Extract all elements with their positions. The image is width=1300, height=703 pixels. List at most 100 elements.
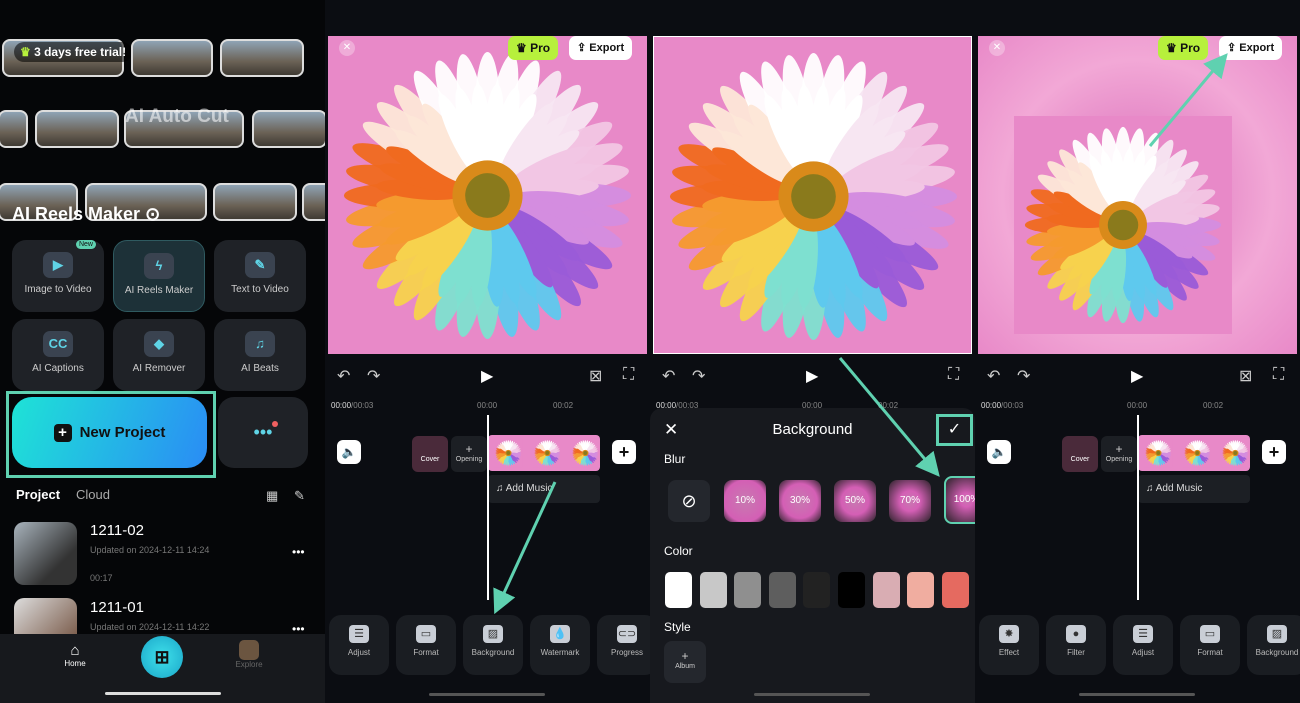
project-updated: Updated on 2024-12-11 14:24 bbox=[90, 545, 210, 555]
cover-button[interactable]: Cover bbox=[1062, 436, 1098, 472]
video-preview[interactable] bbox=[978, 36, 1297, 354]
pro-badge[interactable]: ♛ Pro bbox=[508, 36, 559, 60]
nav-home[interactable]: ⌂ Home bbox=[60, 642, 90, 668]
edit-icon[interactable]: ✎ bbox=[294, 488, 305, 504]
tool-text-to-video[interactable]: ✎ Text to Video bbox=[214, 240, 306, 312]
project-thumbnail[interactable] bbox=[14, 522, 77, 585]
blur-option[interactable]: 70% bbox=[889, 480, 931, 522]
pro-badge[interactable]: ♛ Pro bbox=[1158, 36, 1209, 60]
close-icon[interactable]: ✕ bbox=[989, 40, 1005, 56]
more-tools-button[interactable]: ••• bbox=[218, 397, 308, 468]
tool-adjust[interactable]: ☰ Adjust bbox=[329, 615, 389, 675]
tool-adjust[interactable]: ☰ Adjust bbox=[1113, 615, 1173, 675]
new-project-button[interactable]: + New Project bbox=[12, 397, 207, 468]
keyframe-icon[interactable]: ⊠ bbox=[1239, 366, 1252, 386]
playhead[interactable] bbox=[1137, 415, 1139, 600]
fullscreen-icon[interactable]: ⛶ bbox=[948, 366, 959, 384]
ai-reels-maker-link[interactable]: AI Reels Maker ⊙ bbox=[12, 204, 160, 225]
color-swatch[interactable] bbox=[907, 572, 935, 608]
color-swatch[interactable] bbox=[803, 572, 831, 608]
grid-view-icon[interactable]: ▦ bbox=[266, 488, 278, 504]
play-icon[interactable]: ▶ bbox=[806, 366, 818, 386]
tool-watermark[interactable]: 💧 Watermark bbox=[530, 615, 590, 675]
blur-none-option[interactable]: ⊘ bbox=[668, 480, 710, 522]
template-thumb[interactable] bbox=[131, 39, 213, 77]
tool-image-to-video[interactable]: ▶ Image to Video New bbox=[12, 240, 104, 312]
lightning-icon: ϟ bbox=[144, 253, 174, 279]
plus-icon: + bbox=[465, 442, 473, 456]
cover-button[interactable]: Cover bbox=[412, 436, 448, 472]
color-swatch[interactable] bbox=[768, 572, 796, 608]
opening-button[interactable]: + Opening bbox=[451, 436, 487, 472]
tool-ai-captions[interactable]: CC AI Captions bbox=[12, 319, 104, 391]
color-swatch[interactable] bbox=[838, 572, 865, 608]
opening-button[interactable]: + Opening bbox=[1101, 436, 1137, 472]
undo-icon[interactable]: ↶ bbox=[987, 366, 1000, 386]
keyframe-icon[interactable]: ⊠ bbox=[589, 366, 602, 386]
album-button[interactable]: + Album bbox=[664, 641, 706, 683]
color-swatch[interactable] bbox=[665, 572, 692, 608]
play-icon[interactable]: ▶ bbox=[1131, 366, 1143, 386]
undo-icon[interactable]: ↶ bbox=[337, 366, 350, 386]
color-swatch[interactable] bbox=[872, 572, 900, 608]
add-music-button[interactable]: ♫ Add Music bbox=[488, 475, 600, 503]
tool-filter[interactable]: ● Filter bbox=[1046, 615, 1106, 675]
undo-icon[interactable]: ↶ bbox=[662, 366, 675, 386]
redo-icon[interactable]: ↷ bbox=[692, 366, 705, 386]
add-music-button[interactable]: ♫ Add Music bbox=[1138, 475, 1250, 503]
project-thumbnail[interactable] bbox=[14, 598, 77, 638]
tool-progress[interactable]: ⊂⊃ Progress bbox=[597, 615, 650, 675]
confirm-check-button[interactable]: ✓ bbox=[936, 414, 973, 446]
tool-format[interactable]: ▭ Format bbox=[396, 615, 456, 675]
template-thumb[interactable] bbox=[220, 39, 304, 77]
template-thumb[interactable] bbox=[302, 183, 325, 221]
tab-cloud[interactable]: Cloud bbox=[76, 487, 110, 502]
add-clip-button[interactable]: + bbox=[1262, 440, 1286, 464]
template-thumb[interactable] bbox=[35, 110, 119, 148]
color-swatch[interactable] bbox=[734, 572, 762, 608]
free-trial-badge[interactable]: ♛ 3 days free trial! bbox=[14, 42, 133, 62]
color-swatch[interactable] bbox=[941, 572, 969, 608]
create-button[interactable]: ⊞ bbox=[141, 636, 183, 678]
play-icon[interactable]: ▶ bbox=[481, 366, 493, 386]
mute-icon[interactable]: 🔈 bbox=[337, 440, 361, 464]
video-clip[interactable] bbox=[1138, 435, 1250, 471]
style-label: Style bbox=[664, 620, 691, 634]
blur-option[interactable]: 30% bbox=[779, 480, 821, 522]
blur-option[interactable]: 10% bbox=[724, 480, 766, 522]
fullscreen-icon[interactable]: ⛶ bbox=[623, 366, 634, 384]
tool-background[interactable]: ▨ Background bbox=[1247, 615, 1300, 675]
tool-format[interactable]: ▭ Format bbox=[1180, 615, 1240, 675]
blur-option[interactable]: 100% bbox=[944, 476, 975, 524]
blur-option[interactable]: 50% bbox=[834, 480, 876, 522]
mute-icon[interactable]: 🔈 bbox=[987, 440, 1011, 464]
redo-icon[interactable]: ↷ bbox=[367, 366, 380, 386]
export-button[interactable]: ⇪ Export bbox=[569, 36, 633, 60]
flower-image bbox=[1221, 438, 1250, 468]
timeline-tick: 00:02 bbox=[1203, 401, 1224, 410]
video-preview[interactable] bbox=[653, 36, 972, 354]
playhead[interactable] bbox=[487, 415, 489, 600]
tab-project[interactable]: Project bbox=[16, 487, 60, 502]
export-button[interactable]: ⇪ Export bbox=[1219, 36, 1283, 60]
close-icon[interactable]: ✕ bbox=[339, 40, 355, 56]
redo-icon[interactable]: ↷ bbox=[1017, 366, 1030, 386]
tool-effect[interactable]: ✸ Effect bbox=[979, 615, 1039, 675]
project-name[interactable]: 1211-02 bbox=[90, 522, 144, 539]
tool-ai-reels-maker[interactable]: ϟ AI Reels Maker bbox=[113, 240, 205, 312]
tool-background[interactable]: ▨ Background bbox=[463, 615, 523, 675]
video-clip[interactable] bbox=[488, 435, 600, 471]
flower-image bbox=[494, 438, 523, 468]
tool-ai-remover[interactable]: ◆ AI Remover bbox=[113, 319, 205, 391]
tool-ai-beats[interactable]: ♫ AI Beats bbox=[214, 319, 306, 391]
project-name[interactable]: 1211-01 bbox=[90, 599, 144, 616]
add-clip-button[interactable]: + bbox=[612, 440, 636, 464]
template-thumb[interactable] bbox=[213, 183, 297, 221]
color-swatch[interactable] bbox=[699, 572, 727, 608]
template-thumb[interactable] bbox=[0, 110, 28, 148]
video-preview[interactable] bbox=[328, 36, 647, 354]
fullscreen-icon[interactable]: ⛶ bbox=[1273, 366, 1284, 384]
template-thumb[interactable] bbox=[252, 110, 325, 148]
nav-explore[interactable]: Explore bbox=[234, 640, 264, 669]
project-more-icon[interactable]: ••• bbox=[292, 545, 305, 559]
